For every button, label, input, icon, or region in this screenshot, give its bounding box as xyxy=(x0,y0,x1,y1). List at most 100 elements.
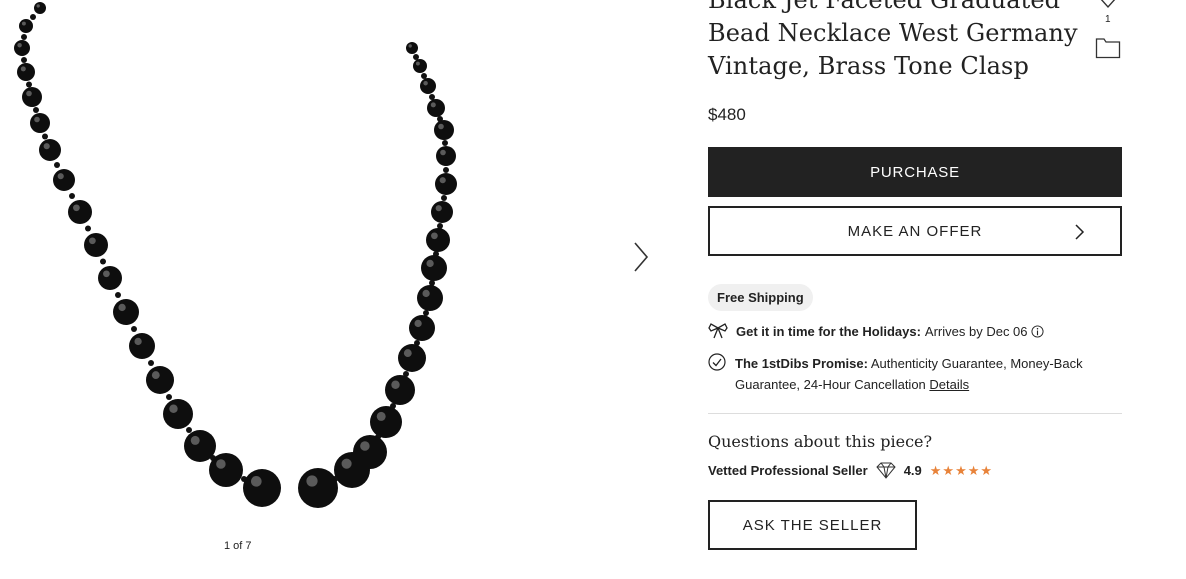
bead-highlight xyxy=(89,237,96,245)
jet-bead xyxy=(426,228,450,252)
jet-bead xyxy=(163,399,193,429)
jet-bead xyxy=(406,42,418,54)
bead-highlight xyxy=(216,459,226,469)
jet-bead xyxy=(129,333,155,359)
jet-bead xyxy=(420,78,436,94)
promise-label: The 1stDibs Promise: xyxy=(735,356,868,371)
jet-bead xyxy=(421,255,447,281)
bead-highlight xyxy=(118,303,126,312)
product-title: Black Jet Faceted Graduated Bead Necklac… xyxy=(708,0,1088,83)
bead-spacer xyxy=(166,394,172,400)
gift-bow-icon xyxy=(708,323,728,339)
bead-highlight xyxy=(306,475,318,487)
product-title-line: Black Jet Faceted Graduated xyxy=(708,0,1061,14)
seller-label: Vetted Professional Seller xyxy=(708,463,868,478)
purchase-button[interactable]: PURCHASE xyxy=(708,147,1122,197)
product-image-gallery[interactable]: 1 of 7 xyxy=(0,0,690,579)
bead-highlight xyxy=(20,66,26,72)
bead-spacer xyxy=(54,162,60,168)
jet-bead xyxy=(431,201,453,223)
jet-bead xyxy=(53,169,75,191)
bead-spacer xyxy=(421,73,427,79)
bead-highlight xyxy=(431,232,438,240)
jet-bead xyxy=(435,173,457,195)
jet-bead xyxy=(19,19,33,33)
folder-icon[interactable] xyxy=(1095,37,1121,59)
bead-highlight xyxy=(103,270,110,278)
bead-highlight xyxy=(414,319,422,328)
bead-spacer xyxy=(42,133,48,140)
bead-highlight xyxy=(43,143,50,150)
jet-bead xyxy=(385,375,415,405)
bead-spacer xyxy=(413,54,419,60)
bead-spacer xyxy=(443,167,449,173)
bead-highlight xyxy=(435,205,442,212)
bead-spacer xyxy=(69,193,75,199)
product-title-line: Vintage, Brass Tone Clasp xyxy=(708,52,1029,80)
jet-bead xyxy=(434,120,454,140)
questions-heading: Questions about this piece? xyxy=(708,432,933,451)
jet-bead xyxy=(209,453,243,487)
jet-bead xyxy=(427,99,445,117)
free-shipping-badge: Free Shipping xyxy=(708,284,813,311)
jet-bead xyxy=(34,2,46,14)
bead-highlight xyxy=(73,204,80,212)
product-title-line: Bead Necklace West Germany xyxy=(708,19,1078,47)
bead-spacer xyxy=(21,57,27,63)
bead-highlight xyxy=(439,177,446,184)
product-price: $480 xyxy=(708,105,746,124)
bead-highlight xyxy=(341,458,352,469)
bead-highlight xyxy=(430,102,436,108)
chevron-right-icon[interactable] xyxy=(628,240,654,274)
bead-spacer xyxy=(26,81,32,88)
holiday-label: Get it in time for the Holidays: xyxy=(736,323,921,339)
jet-bead xyxy=(22,87,42,107)
bead-highlight xyxy=(440,149,446,156)
bead-highlight xyxy=(134,337,142,346)
jet-bead xyxy=(14,40,30,56)
jet-bead xyxy=(243,469,281,507)
bead-highlight xyxy=(57,173,64,180)
bead-spacer xyxy=(30,14,36,20)
bead-highlight xyxy=(438,123,444,130)
bead-highlight xyxy=(422,289,430,298)
bead-spacer xyxy=(186,427,192,433)
bead-highlight xyxy=(169,404,178,413)
make-offer-button[interactable]: MAKE AN OFFER xyxy=(708,206,1122,256)
bead-spacer xyxy=(148,360,154,366)
bead-highlight xyxy=(391,380,400,389)
jet-bead xyxy=(413,59,427,73)
jet-bead xyxy=(334,452,370,488)
jet-bead xyxy=(68,200,92,224)
bead-highlight xyxy=(17,42,22,48)
bead-spacer xyxy=(85,225,91,232)
bead-spacer xyxy=(429,94,435,100)
bead-highlight xyxy=(360,441,370,451)
bead-spacer xyxy=(423,310,429,316)
bead-spacer xyxy=(33,107,39,113)
jet-bead xyxy=(146,366,174,394)
bead-highlight xyxy=(190,435,200,445)
jet-bead xyxy=(409,315,435,341)
details-link[interactable]: Details xyxy=(929,377,969,392)
bead-highlight xyxy=(423,80,428,86)
holiday-delivery: Get it in time for the Holidays: Arrives… xyxy=(708,322,1044,340)
bead-highlight xyxy=(403,349,412,358)
jet-bead xyxy=(417,285,443,311)
bead-highlight xyxy=(26,90,32,97)
info-icon[interactable] xyxy=(1030,324,1044,338)
chevron-right-icon xyxy=(1075,224,1085,240)
ask-seller-button[interactable]: ASK THE SELLER xyxy=(708,500,917,550)
bead-highlight xyxy=(426,259,434,268)
seller-info: Vetted Professional Seller 4.9 ★★★★★ xyxy=(708,462,993,479)
jet-bead xyxy=(30,113,50,133)
jet-bead xyxy=(98,266,122,290)
bead-highlight xyxy=(408,44,412,48)
promise-block: The 1stDibs Promise: Authenticity Guaran… xyxy=(708,353,1125,395)
bead-spacer xyxy=(115,292,121,298)
product-image xyxy=(14,2,457,508)
jet-bead xyxy=(370,406,402,438)
bead-highlight xyxy=(36,4,40,8)
jet-bead xyxy=(436,146,456,166)
diamond-icon xyxy=(876,462,896,479)
